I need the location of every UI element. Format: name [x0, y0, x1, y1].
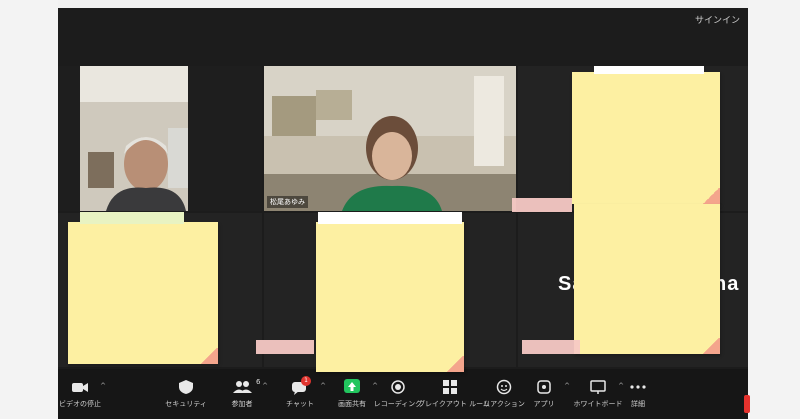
share-screen-icon	[342, 379, 362, 395]
participants-label: 参加者	[231, 400, 253, 408]
sign-in-link[interactable]: サインイン	[695, 13, 740, 26]
shield-icon	[176, 379, 196, 395]
participants-button[interactable]: 6 ^ 参加者	[210, 369, 274, 419]
chat-unread-badge: 1	[301, 376, 311, 386]
chat-icon: 1	[290, 376, 311, 395]
page-margin-left	[0, 0, 58, 419]
video-tile-1[interactable]	[58, 66, 262, 211]
tape-strip	[522, 340, 580, 354]
meeting-toolbar: ^ ビデオの停止 セキュリティ 6 ^ 参加者 1 ^ チャット ^ 画面共有 …	[58, 369, 748, 419]
white-strip	[80, 212, 184, 224]
participant-video-1	[58, 66, 262, 211]
breakout-rooms-icon	[440, 379, 460, 395]
apps-icon	[534, 379, 554, 395]
top-bar: サインイン	[58, 8, 748, 66]
sticky-note-redaction	[574, 204, 720, 354]
video-camera-icon	[70, 379, 90, 395]
more-icon	[628, 379, 648, 395]
participant-video-2	[264, 66, 516, 211]
tape-strip	[256, 340, 314, 354]
participant-name-label: 松尾あゆみ	[267, 196, 308, 208]
edge-red-tab	[744, 395, 750, 413]
participant-count: 6	[256, 378, 261, 386]
page-margin-right	[748, 0, 800, 419]
stop-video-label: ビデオの停止	[59, 400, 101, 408]
whiteboard-icon	[588, 379, 608, 395]
more-label: 詳細	[631, 400, 645, 408]
record-icon	[388, 379, 408, 395]
sticky-note-redaction	[68, 222, 218, 364]
security-button[interactable]: セキュリティ	[154, 369, 218, 419]
white-strip	[594, 66, 704, 74]
reaction-icon	[494, 379, 514, 395]
tape-strip	[512, 198, 572, 212]
chevron-up-icon[interactable]: ^	[100, 382, 106, 390]
video-tile-2[interactable]: 松尾あゆみ	[264, 66, 516, 211]
participants-icon	[232, 379, 252, 395]
sticky-note-redaction	[316, 222, 464, 372]
sticky-note-redaction	[572, 72, 720, 204]
stop-video-button[interactable]: ^ ビデオの停止	[58, 369, 112, 419]
white-strip	[318, 212, 462, 224]
security-label: セキュリティ	[165, 400, 207, 408]
more-button[interactable]: 詳細	[606, 369, 670, 419]
